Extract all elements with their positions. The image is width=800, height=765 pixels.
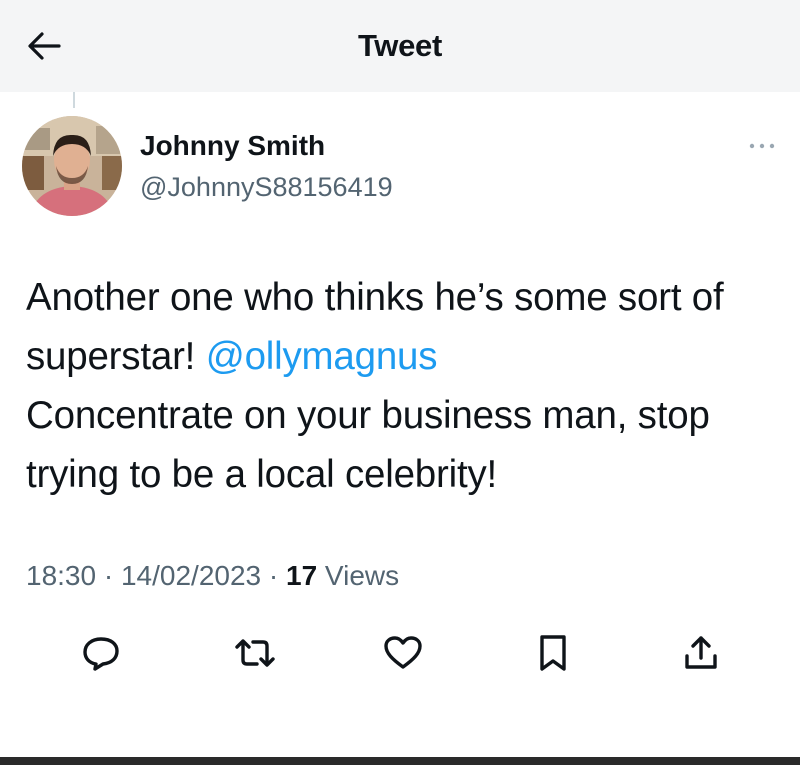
reply-icon bbox=[83, 637, 119, 671]
top-bar: Tweet bbox=[0, 0, 800, 92]
like-button[interactable] bbox=[378, 630, 428, 676]
tweet-date[interactable]: 14/02/2023 bbox=[121, 560, 261, 591]
share-button[interactable] bbox=[676, 630, 726, 676]
views-count: 17 bbox=[286, 560, 318, 591]
share-icon bbox=[685, 636, 717, 669]
meta-separator: · bbox=[261, 560, 286, 591]
avatar[interactable] bbox=[22, 116, 122, 216]
thread-connector-line bbox=[73, 92, 75, 108]
profile-photo bbox=[22, 116, 122, 216]
retweet-icon bbox=[235, 639, 275, 667]
page-title: Tweet bbox=[357, 28, 443, 63]
more-options-button[interactable] bbox=[742, 134, 782, 158]
tweet-text: Another one who thinks he’s some sort of… bbox=[26, 268, 776, 504]
author-handle: @JohnnyS88156419 bbox=[140, 172, 393, 202]
bookmark-icon bbox=[540, 635, 566, 671]
heart-icon bbox=[384, 636, 422, 669]
tweet-text-part: Concentrate on your business man, stop t… bbox=[26, 394, 710, 496]
meta-separator: · bbox=[96, 560, 121, 591]
mention-link[interactable]: @ollymagnus bbox=[206, 335, 438, 378]
tweet-metadata: 18:30 · 14/02/2023 · 17 Views bbox=[26, 560, 399, 592]
views-label: Views bbox=[317, 560, 400, 591]
bookmark-button[interactable] bbox=[528, 630, 578, 676]
author-display-name[interactable]: Johnny Smith bbox=[140, 130, 325, 162]
retweet-button[interactable] bbox=[230, 630, 280, 676]
tweet-time[interactable]: 18:30 bbox=[26, 560, 96, 591]
bottom-divider bbox=[0, 757, 800, 765]
reply-button[interactable] bbox=[76, 630, 126, 676]
more-horizontal-icon bbox=[749, 143, 775, 149]
